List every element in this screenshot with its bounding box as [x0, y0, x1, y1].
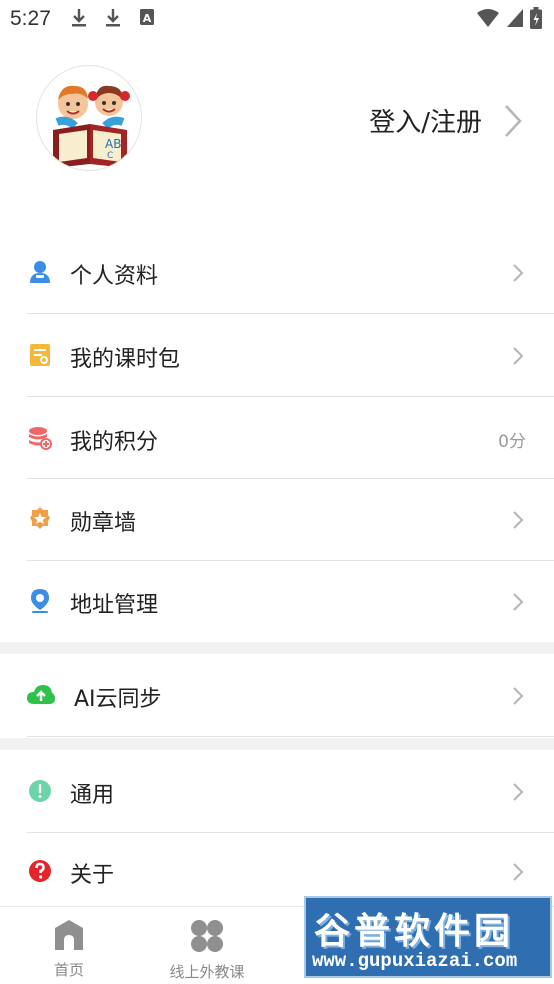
menu-label: AI云同步	[74, 687, 162, 712]
svg-text:A: A	[143, 12, 152, 25]
course-package-icon	[28, 342, 52, 368]
info-circle-icon	[28, 778, 52, 804]
chevron-right-icon	[512, 346, 524, 370]
avatar[interactable]: AB C	[36, 65, 142, 171]
menu-item-profile[interactable]: 个人资料	[0, 231, 554, 313]
login-register-link[interactable]: 登入/注册	[369, 102, 482, 139]
download-icon	[70, 8, 88, 32]
nav-online-class[interactable]: 线上外教课	[138, 919, 276, 982]
wifi-icon	[476, 8, 500, 32]
chevron-right-icon	[504, 104, 522, 142]
menu-label: 通用	[70, 783, 115, 808]
font-a-icon: A	[139, 8, 155, 30]
cloud-upload-icon	[26, 682, 56, 708]
chevron-right-icon	[512, 782, 524, 806]
section-gap	[0, 738, 554, 750]
menu-item-address[interactable]: 地址管理	[0, 560, 554, 642]
divider	[27, 736, 554, 737]
svg-text:AB: AB	[105, 137, 121, 151]
clover-grid-icon	[189, 920, 225, 957]
menu-label: 地址管理	[70, 593, 159, 618]
chevron-right-icon	[512, 862, 524, 886]
menu-label: 我的积分	[70, 430, 159, 455]
profile-header[interactable]: AB C 登入/注册	[0, 38, 554, 228]
location-pin-icon	[28, 588, 52, 614]
chevron-right-icon	[512, 686, 524, 710]
menu-item-ai-cloud-sync[interactable]: AI云同步	[0, 654, 554, 736]
medal-icon	[28, 506, 52, 532]
points-coins-icon	[28, 425, 52, 451]
menu-label: 勋章墙	[70, 511, 137, 536]
menu-item-general[interactable]: 通用	[0, 750, 554, 832]
menu-item-points[interactable]: 我的积分 0分	[0, 397, 554, 479]
menu-label: 个人资料	[70, 264, 159, 289]
nav-label: 首页	[53, 961, 84, 979]
menu-item-medal-wall[interactable]: 勋章墙	[0, 478, 554, 560]
status-bar: 5:27 A	[0, 0, 554, 38]
menu-item-course-package[interactable]: 我的课时包	[0, 314, 554, 396]
battery-charging-icon	[530, 7, 542, 33]
user-icon	[28, 259, 52, 285]
question-circle-icon	[28, 858, 52, 884]
home-icon	[51, 920, 87, 955]
signal-icon	[506, 8, 524, 32]
chevron-right-icon	[512, 263, 524, 287]
section-gap	[0, 642, 554, 654]
watermark: 谷普软件园 www.gupuxiazai.com	[304, 896, 552, 978]
status-time: 5:27	[10, 7, 51, 30]
nav-label: 线上外教课	[169, 963, 245, 981]
menu-label: 我的课时包	[70, 347, 181, 372]
points-value: 0分	[498, 432, 526, 452]
chevron-right-icon	[512, 592, 524, 616]
watermark-url: www.gupuxiazai.com	[312, 950, 518, 972]
download-icon	[104, 8, 122, 32]
nav-home[interactable]: 首页	[0, 919, 138, 980]
menu-label: 关于	[70, 863, 115, 888]
watermark-title: 谷普软件园	[314, 911, 515, 952]
svg-text:C: C	[107, 151, 113, 161]
chevron-right-icon	[512, 510, 524, 534]
